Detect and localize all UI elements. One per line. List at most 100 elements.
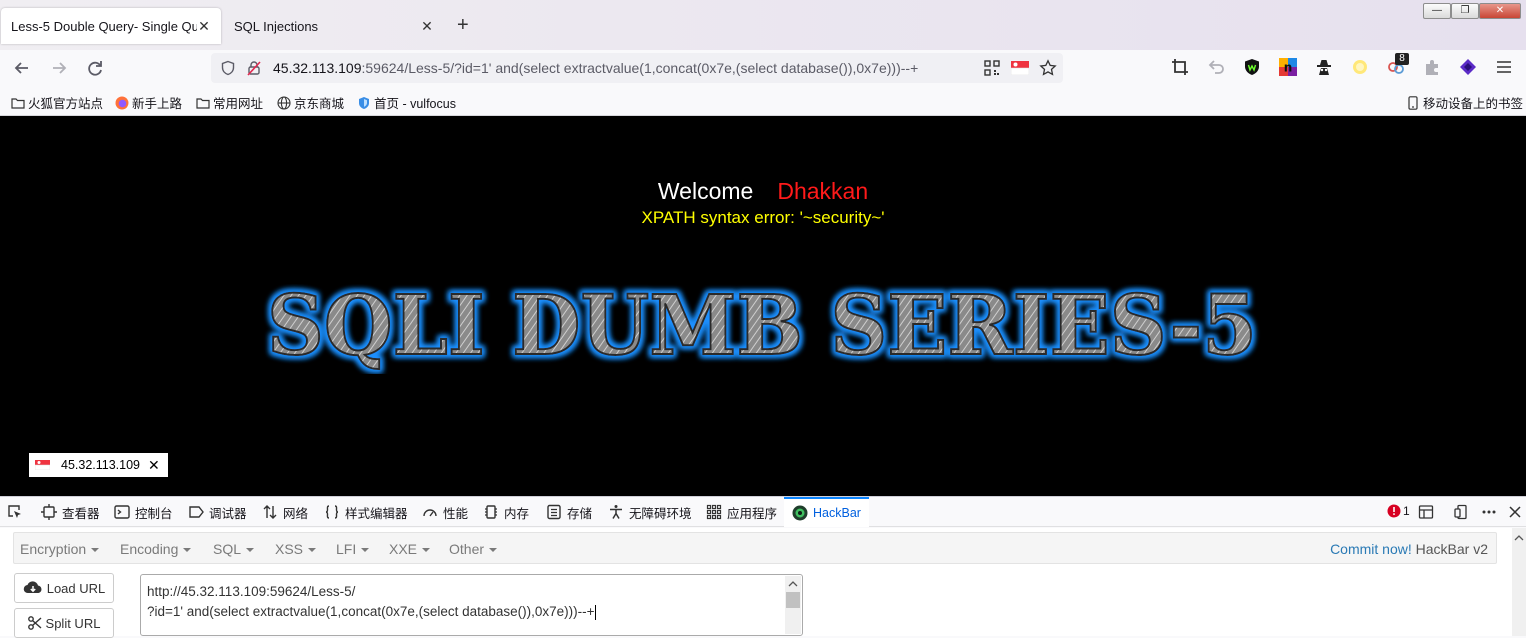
caret-down-icon — [183, 548, 192, 553]
url-bar[interactable]: 45.32.113.109:59624/Less-5/?id=1' and(se… — [211, 53, 1063, 83]
bookmark-item[interactable]: 火狐官方站点 — [11, 93, 103, 112]
spy-extension-icon[interactable] — [1315, 58, 1333, 76]
menu-encryption[interactable]: Encryption — [20, 541, 100, 557]
window-close-button[interactable]: ✕ — [1479, 3, 1521, 19]
devtools-tab-label: 查看器 — [62, 506, 100, 521]
load-url-label: Load URL — [46, 580, 106, 596]
mobile-bookmarks[interactable]: 移动设备上的书签 — [1406, 93, 1523, 112]
forward-button[interactable] — [49, 58, 69, 78]
crop-screenshot-icon[interactable] — [1171, 58, 1189, 76]
menu-xxe[interactable]: XXE — [389, 541, 431, 557]
devtools-tab-network[interactable]: 网络 — [262, 497, 308, 527]
adguard-icon[interactable] — [1243, 58, 1261, 76]
close-icon[interactable]: ✕ — [148, 457, 160, 474]
bookmark-label: 火狐官方站点 — [28, 97, 104, 111]
textarea-scrollbar[interactable] — [785, 576, 801, 634]
devtools-tab-label: 内存 — [504, 506, 530, 521]
user-name: Dhakkan — [777, 178, 869, 204]
devtools-tab-inspector[interactable]: 查看器 — [41, 497, 100, 527]
singapore-flag-icon[interactable] — [1011, 61, 1029, 75]
minimize-button[interactable]: — — [1423, 3, 1451, 19]
devtools-tab-label: 应用程序 — [727, 506, 778, 521]
devtools-scrollbar[interactable] — [1512, 528, 1526, 636]
menu-lfi[interactable]: LFI — [336, 541, 370, 557]
menu-xss[interactable]: XSS — [275, 541, 317, 557]
dock-layout-icon[interactable] — [1418, 504, 1434, 520]
devtools-tab-memory[interactable]: 内存 — [483, 497, 529, 527]
bookmarks-bar: 火狐官方站点 新手上路 常用网址 京东商城 首页 - vulfocus 移动设备… — [0, 86, 1526, 116]
navigation-bar: 45.32.113.109:59624/Less-5/?id=1' and(se… — [0, 50, 1526, 86]
bookmark-item[interactable]: 常用网址 — [196, 93, 263, 112]
onenote-extension-icon[interactable]: n — [1279, 58, 1297, 76]
sun-extension-icon[interactable] — [1351, 58, 1369, 76]
devtools-tab-hackbar[interactable]: HackBar — [784, 497, 869, 527]
hamburger-menu-icon[interactable] — [1495, 58, 1513, 76]
caret-down-icon — [91, 548, 100, 553]
url-host: 45.32.113.109 — [273, 60, 362, 76]
element-picker-icon[interactable] — [7, 504, 23, 520]
devtools-tab-accessibility[interactable]: 无障碍环境 — [608, 497, 692, 527]
bookmark-item[interactable]: 新手上路 — [115, 93, 182, 112]
tab-strip: Less-5 Double Query- Single Quotes- Stri… — [0, 0, 1526, 50]
devtools-tab-label: 控制台 — [135, 506, 173, 521]
new-tab-button[interactable]: + — [457, 14, 469, 37]
insecure-lock-icon[interactable] — [246, 60, 262, 76]
error-counter[interactable]: 1 — [1387, 504, 1410, 518]
ip-address: 45.32.113.109 — [61, 458, 141, 472]
reload-icon — [88, 61, 102, 76]
text-cursor — [594, 604, 596, 620]
hackbar-url-textarea[interactable]: http://45.32.113.109:59624/Less-5/ ?id=1… — [140, 574, 803, 636]
menu-sql[interactable]: SQL — [213, 541, 255, 557]
devtools-tab-label: 性能 — [443, 506, 469, 521]
bookmark-item[interactable]: 首页 - vulfocus — [357, 93, 456, 112]
page-content: Welcome Dhakkan XPATH syntax error: '~sec… — [0, 116, 1526, 496]
bookmark-item[interactable]: 京东商城 — [277, 93, 344, 112]
tab-less-5[interactable]: Less-5 Double Query- Single Quotes- Stri… — [1, 8, 221, 44]
devtools-tab-debugger[interactable]: 调试器 — [188, 497, 247, 527]
arrow-left-icon — [14, 62, 28, 74]
maximize-button[interactable]: ❐ — [1451, 3, 1479, 19]
welcome-heading: Welcome Dhakkan — [0, 178, 1526, 205]
devtools-tab-label: 网络 — [283, 506, 309, 521]
devtools-tab-storage[interactable]: 存储 — [546, 497, 592, 527]
close-icon[interactable] — [1507, 504, 1523, 520]
menu-encoding[interactable]: Encoding — [120, 541, 192, 557]
ip-indicator[interactable]: 45.32.113.109 ✕ — [29, 453, 168, 477]
puzzle-extension-icon[interactable] — [1423, 58, 1441, 76]
reload-button[interactable] — [85, 58, 105, 78]
devtools-tab-application[interactable]: 应用程序 — [706, 497, 777, 527]
url-line-1: http://45.32.113.109:59624/Less-5/ — [147, 584, 356, 599]
undo-icon[interactable] — [1207, 58, 1225, 76]
devtools-tab-performance[interactable]: 性能 — [422, 497, 468, 527]
purple-gem-extension-icon[interactable] — [1459, 58, 1477, 76]
devtools-tab-style-editor[interactable]: 样式编辑器 — [324, 497, 408, 527]
devtools-tab-label: 无障碍环境 — [629, 506, 692, 521]
bookmark-label: 新手上路 — [132, 97, 183, 111]
tab-title: SQL Injections — [234, 18, 319, 34]
scissors-icon — [27, 616, 41, 630]
arrow-right-icon — [53, 62, 67, 74]
tab-sql-injections[interactable]: SQL Injections ✕ — [224, 8, 444, 44]
split-url-button[interactable]: Split URL — [14, 608, 114, 638]
devtools-tab-bar: 查看器 控制台 调试器 网络 样式编辑器 性能 内存 存储 无障碍环境 应用程序… — [0, 497, 1526, 527]
hackbar-menu-bar: Encryption Encoding SQL XSS LFI XXE Othe… — [13, 532, 1497, 564]
devtools-tab-console[interactable]: 控制台 — [114, 497, 173, 527]
close-icon[interactable]: ✕ — [197, 18, 211, 35]
performance-gauge-icon — [423, 509, 437, 517]
caret-down-icon — [489, 548, 498, 553]
qr-code-icon[interactable] — [984, 60, 1000, 76]
commit-now-link[interactable]: Commit now! — [1330, 541, 1412, 557]
load-url-button[interactable]: Load URL — [14, 573, 114, 603]
close-icon[interactable]: ✕ — [420, 18, 434, 35]
responsive-mode-icon[interactable] — [1453, 504, 1469, 520]
shield-icon[interactable] — [220, 60, 236, 76]
notification-badge: 8 — [1395, 53, 1409, 65]
bookmark-label: 常用网址 — [213, 97, 264, 111]
back-button[interactable] — [12, 58, 32, 78]
url-text[interactable]: 45.32.113.109:59624/Less-5/?id=1' and(se… — [273, 60, 918, 76]
singapore-flag-icon — [35, 460, 50, 470]
menu-other[interactable]: Other — [449, 541, 498, 557]
more-options-icon[interactable] — [1481, 504, 1497, 520]
bookmark-star-icon[interactable] — [1039, 59, 1057, 77]
menu-label: Other — [449, 541, 485, 557]
